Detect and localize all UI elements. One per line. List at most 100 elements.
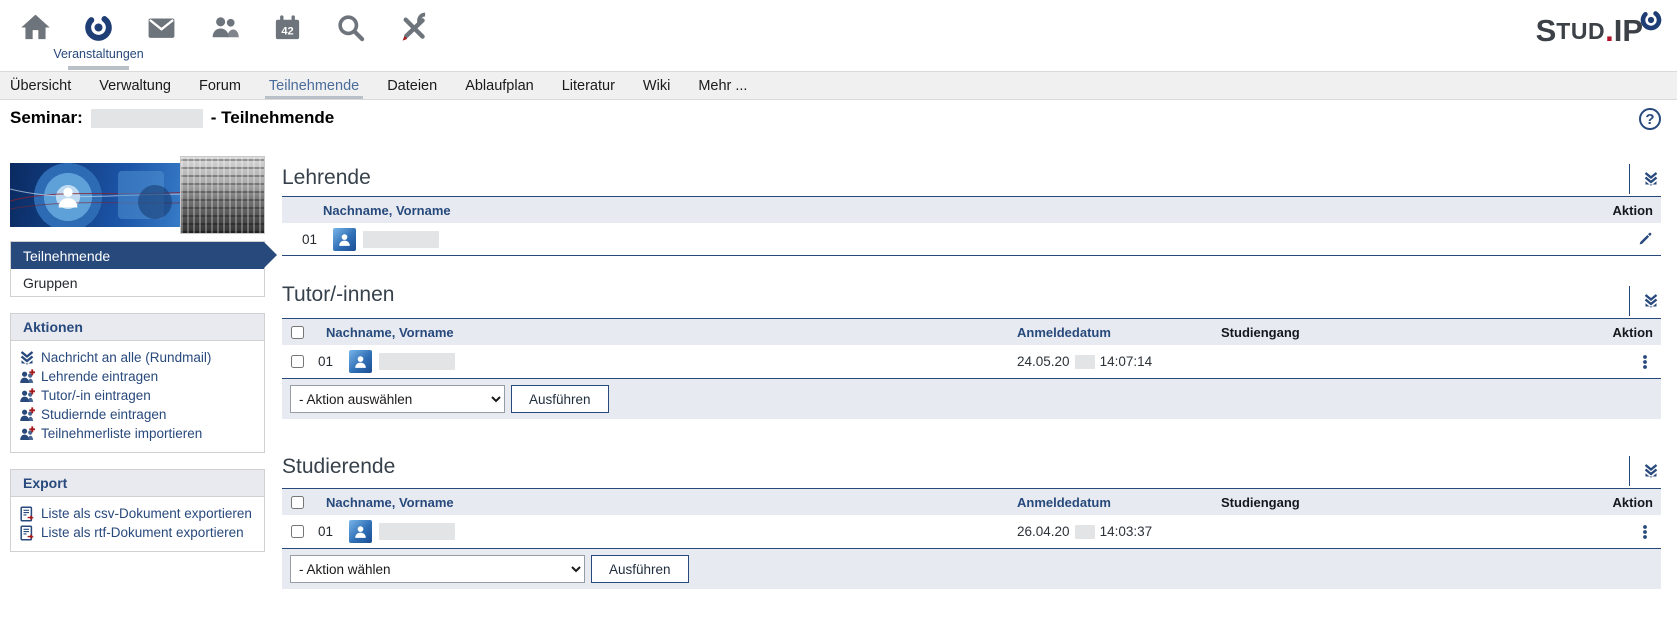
action-label: Studiernde eintragen (41, 405, 166, 424)
course-banner-image (10, 163, 265, 227)
page-title-row: Seminar: - Teilnehmende ? (10, 108, 1661, 138)
tab-mehr[interactable]: Mehr ... (684, 72, 761, 99)
tab-teilnehmende[interactable]: Teilnehmende (255, 72, 373, 99)
tab-dateien[interactable]: Dateien (373, 72, 451, 99)
column-action: Aktion (1551, 495, 1661, 510)
mail-all-icon (1643, 293, 1659, 309)
participant-name-redacted (379, 353, 455, 370)
tab-literatur[interactable]: Literatur (548, 72, 629, 99)
avatar[interactable] (349, 520, 372, 543)
action-add-lehrende[interactable]: Lehrende eintragen (19, 367, 256, 386)
sidebar-item-gruppen[interactable]: Gruppen (11, 269, 264, 296)
sidebar-nav: Teilnehmende Gruppen (10, 241, 265, 297)
execute-button[interactable]: Ausführen (591, 555, 689, 583)
column-date[interactable]: Anmeldedatum (1017, 325, 1221, 340)
calendar-week-badge: 42 (281, 26, 293, 38)
row-checkbox[interactable] (291, 355, 304, 368)
studierende-bulk-actions: - Aktion wählen Ausführen (282, 549, 1661, 589)
tab-verwaltung[interactable]: Verwaltung (85, 72, 185, 99)
tutoren-table-header: Nachname, Vorname Anmeldedatum Studienga… (282, 318, 1661, 345)
tutoren-bulk-actions: - Aktion auswählen Ausführen (282, 379, 1661, 419)
message-group-button[interactable] (1629, 286, 1659, 316)
export-title: Export (11, 470, 264, 497)
select-all-checkbox[interactable] (291, 496, 304, 509)
column-course: Studiengang (1221, 495, 1551, 510)
signup-date: 26.04.20 (1017, 524, 1070, 539)
avatar[interactable] (349, 350, 372, 373)
export-label: Liste als rtf-Dokument exportieren (41, 523, 244, 542)
section-title-tutoren: Tutor/-innen (282, 283, 1661, 307)
year-redacted (1075, 355, 1095, 369)
message-group-button[interactable] (1629, 456, 1659, 486)
studip-logo[interactable]: STUD.IP (1536, 16, 1663, 46)
row-checkbox[interactable] (291, 525, 304, 538)
bulk-action-select[interactable]: - Aktion auswählen (290, 385, 505, 413)
avatar[interactable] (333, 228, 356, 251)
tab-wiki[interactable]: Wiki (629, 72, 684, 99)
action-label: Tutor/-in eintragen (41, 386, 151, 405)
row-menu-button[interactable] (1637, 524, 1653, 540)
add-person-icon (19, 426, 35, 442)
column-name[interactable]: Nachname, Vorname (282, 203, 1551, 218)
export-csv[interactable]: Liste als csv-Dokument exportieren (19, 504, 256, 523)
participants-content: Lehrende Nachname, Vorname Aktion 01 (282, 150, 1661, 589)
action-label: Teilnehmerliste importieren (41, 424, 202, 443)
signup-time: 14:03:37 (1100, 524, 1153, 539)
messages-button[interactable] (130, 0, 193, 71)
search-button[interactable] (319, 0, 382, 71)
action-message-all[interactable]: Nachricht an alle (Rundmail) (19, 348, 256, 367)
logo-text: S (1536, 16, 1557, 46)
actions-title: Aktionen (11, 314, 264, 341)
row-index: 01 (318, 524, 340, 539)
message-group-button[interactable] (1629, 164, 1659, 194)
action-import-list[interactable]: Teilnehmerliste importieren (19, 424, 256, 443)
export-rtf[interactable]: Liste als rtf-Dokument exportieren (19, 523, 256, 542)
year-redacted (1075, 525, 1095, 539)
column-name[interactable]: Nachname, Vorname (326, 325, 1017, 340)
section-tutoren: Tutor/-innen Nachname, Vorname Anmeldeda… (282, 256, 1661, 419)
participant-name-redacted (379, 523, 455, 540)
row-index: 01 (302, 232, 324, 247)
tab-forum[interactable]: Forum (185, 72, 255, 99)
column-action: Aktion (1551, 325, 1661, 340)
execute-button[interactable]: Ausführen (511, 385, 609, 413)
export-doc-icon (19, 506, 35, 522)
row-menu-button[interactable] (1637, 354, 1653, 370)
page-title-suffix: - Teilnehmende (211, 108, 334, 128)
help-icon[interactable]: ? (1639, 108, 1661, 130)
page-title-prefix: Seminar: (10, 108, 83, 128)
studierende-table-header: Nachname, Vorname Anmeldedatum Studienga… (282, 488, 1661, 515)
section-lehrende: Lehrende Nachname, Vorname Aktion 01 (282, 150, 1661, 256)
add-person-icon (19, 407, 35, 423)
edit-button[interactable] (1637, 231, 1653, 247)
column-name[interactable]: Nachname, Vorname (326, 495, 1017, 510)
section-title-studierende: Studierende (282, 455, 1661, 479)
tab-uebersicht[interactable]: Übersicht (10, 72, 85, 99)
community-icon (209, 12, 240, 43)
action-add-studierende[interactable]: Studiernde eintragen (19, 405, 256, 424)
column-date[interactable]: Anmeldedatum (1017, 495, 1221, 510)
action-label: Lehrende eintragen (41, 367, 158, 386)
section-title-lehrende: Lehrende (282, 166, 1661, 190)
select-all-checkbox[interactable] (291, 326, 304, 339)
participant-name-redacted (363, 231, 439, 248)
seminars-spiral-icon (83, 12, 114, 43)
seminars-button[interactable]: Veranstaltungen (67, 0, 130, 71)
tools-button[interactable] (382, 0, 445, 71)
sidebar-item-teilnehmende[interactable]: Teilnehmende (11, 242, 264, 269)
add-person-icon (19, 369, 35, 385)
export-label: Liste als csv-Dokument exportieren (41, 504, 252, 523)
course-nav: Übersicht Verwaltung Forum Teilnehmende … (0, 71, 1677, 100)
community-button[interactable] (193, 0, 256, 71)
export-doc-icon (19, 525, 35, 541)
action-add-tutor[interactable]: Tutor/-in eintragen (19, 386, 256, 405)
banner-person-icon (54, 183, 82, 211)
table-row: 01 26.04.20 14:03:37 (282, 515, 1661, 548)
mail-icon (146, 12, 177, 43)
schedule-button[interactable]: 42 (256, 0, 319, 71)
bulk-action-select[interactable]: - Aktion wählen (290, 555, 585, 583)
mail-all-icon (1643, 171, 1659, 187)
tab-ablaufplan[interactable]: Ablaufplan (451, 72, 548, 99)
page-title: Seminar: - Teilnehmende (10, 108, 1661, 128)
column-action: Aktion (1551, 203, 1661, 218)
